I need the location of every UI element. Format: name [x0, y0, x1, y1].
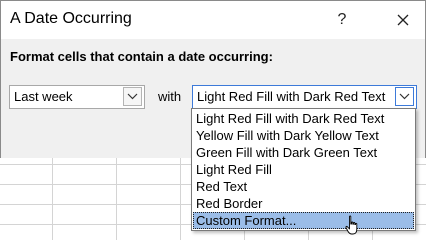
format-option[interactable]: Green Fill with Dark Green Text	[193, 144, 414, 161]
format-option[interactable]: Red Text	[193, 178, 414, 195]
format-value: Light Red Fill with Dark Red Text	[197, 89, 386, 104]
format-dropdown-button[interactable]	[395, 87, 414, 106]
title-bar: A Date Occurring ?	[1, 1, 425, 39]
format-options-list: Light Red Fill with Dark Red Text Yellow…	[191, 108, 416, 231]
hand-cursor-icon	[345, 215, 358, 235]
format-option[interactable]: Red Border	[193, 195, 414, 212]
chevron-down-icon	[127, 93, 138, 100]
format-select[interactable]: Light Red Fill with Dark Red Text	[192, 85, 417, 109]
chevron-down-icon	[399, 93, 410, 100]
format-option-custom[interactable]: Custom Format...	[193, 212, 414, 229]
prompt-label: Format cells that contain a date occurri…	[10, 49, 273, 64]
date-period-dropdown-button[interactable]	[123, 87, 142, 106]
dialog-title: A Date Occurring	[10, 10, 132, 27]
format-option[interactable]: Light Red Fill	[193, 161, 414, 178]
with-label: with	[158, 89, 182, 104]
date-period-select[interactable]: Last week	[9, 85, 145, 109]
help-button[interactable]: ?	[327, 5, 357, 35]
format-option[interactable]: Light Red Fill with Dark Red Text	[193, 110, 414, 127]
close-button[interactable]	[384, 5, 422, 35]
date-period-value: Last week	[14, 89, 73, 104]
close-icon	[397, 14, 409, 26]
format-option[interactable]: Yellow Fill with Dark Yellow Text	[193, 127, 414, 144]
